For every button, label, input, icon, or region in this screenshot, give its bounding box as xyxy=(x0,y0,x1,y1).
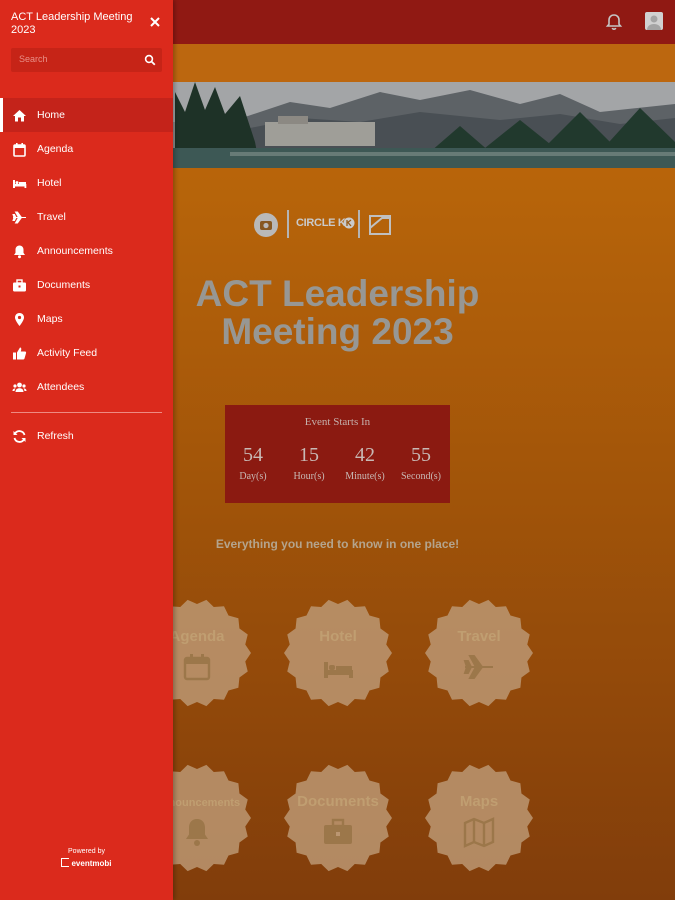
sidebar-item-refresh[interactable]: Refresh xyxy=(0,419,173,453)
users-icon xyxy=(12,382,27,392)
plane-icon xyxy=(12,211,26,224)
refresh-icon xyxy=(13,430,26,443)
close-icon[interactable] xyxy=(148,15,162,29)
calendar-icon xyxy=(13,143,26,157)
sidebar-item-agenda[interactable]: Agenda xyxy=(0,132,173,166)
sidebar-item-home[interactable]: Home xyxy=(0,98,173,132)
sidebar-item-activity-feed[interactable]: Activity Feed xyxy=(0,336,173,370)
sidebar-item-announcements[interactable]: Announcements xyxy=(0,234,173,268)
eventmobi-logo: eventmobi xyxy=(0,858,173,868)
sidebar-item-travel[interactable]: Travel xyxy=(0,200,173,234)
search-input[interactable]: Search xyxy=(11,48,162,72)
sidebar-item-maps[interactable]: Maps xyxy=(0,302,173,336)
thumbs-up-icon xyxy=(13,347,27,360)
bed-icon xyxy=(13,180,27,188)
sidebar-item-attendees[interactable]: Attendees xyxy=(0,370,173,404)
drawer-title: ACT Leadership Meeting 2023 xyxy=(11,11,133,36)
bell-icon xyxy=(14,245,25,259)
side-drawer: ACT Leadership Meeting 2023 Search Home … xyxy=(0,0,173,900)
search-placeholder: Search xyxy=(19,54,48,64)
sidebar-item-documents[interactable]: Documents xyxy=(0,268,173,302)
eventmobi-logo-icon xyxy=(61,858,70,867)
search-icon[interactable] xyxy=(144,54,156,66)
powered-by-footer: Powered by eventmobi xyxy=(0,848,173,868)
map-marker-icon xyxy=(15,313,24,326)
home-icon xyxy=(13,110,26,122)
sidebar-item-hotel[interactable]: Hotel xyxy=(0,166,173,200)
briefcase-icon xyxy=(13,279,26,292)
powered-by-label: Powered by xyxy=(68,848,105,855)
menu-divider xyxy=(11,412,162,413)
